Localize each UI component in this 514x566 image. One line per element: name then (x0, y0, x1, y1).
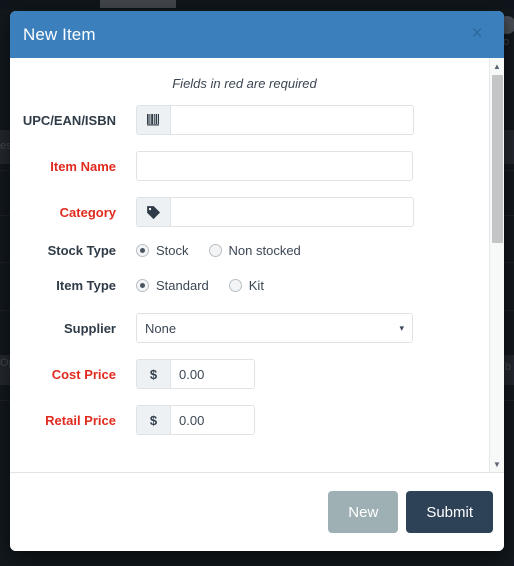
form-scrollbar[interactable]: ▲ ▼ (489, 58, 504, 472)
cost-price-input[interactable] (170, 359, 255, 389)
radio-stock[interactable]: Stock (136, 243, 189, 258)
label-stock-type: Stock Type (47, 243, 116, 258)
new-button[interactable]: New (328, 491, 399, 533)
radio-stock-dot[interactable] (136, 244, 149, 257)
control-retail-price: $ (136, 405, 489, 435)
radio-kit[interactable]: Kit (228, 278, 264, 293)
scroll-down-arrow-icon[interactable]: ▼ (490, 457, 504, 471)
tag-icon-svg (147, 205, 161, 219)
radio-non-stocked-dot[interactable] (208, 244, 222, 257)
radio-non-stocked-label: Non stocked (228, 243, 301, 258)
modal-header: New Item × (10, 11, 504, 58)
radio-kit-dot[interactable] (228, 279, 242, 292)
radio-non-stocked[interactable]: Non stocked (208, 243, 301, 258)
modal-footer: New Submit (10, 473, 504, 551)
form-row-stock-type: Stock Type Stock Non stocked (10, 243, 489, 258)
form-row-retail-price: Retail Price $ (10, 405, 489, 435)
supplier-select-value: None (145, 320, 177, 336)
radio-standard-label: Standard (156, 278, 209, 293)
barcode-icon (136, 105, 170, 135)
item-type-radio-group: Standard Kit (136, 278, 284, 293)
scroll-up-arrow-icon[interactable]: ▲ (490, 59, 504, 73)
currency-icon: $ (136, 359, 170, 389)
form-row-upc: UPC/EAN/ISBN (10, 105, 489, 135)
close-icon[interactable]: × (464, 20, 490, 46)
label-category: Category (59, 204, 116, 220)
chevron-down-icon: ▾ (399, 322, 404, 333)
tag-icon (136, 197, 170, 227)
form-row-cost-price: Cost Price $ (10, 359, 489, 389)
retail-price-input[interactable] (170, 405, 255, 435)
control-category (136, 197, 489, 227)
form-row-supplier: Supplier None ▾ (10, 313, 489, 343)
modal-body: Fields in red are required UPC/EAN/ISBN (10, 58, 504, 473)
label-item-name: Item Name (50, 158, 116, 174)
radio-kit-label: Kit (248, 278, 264, 293)
radio-standard-dot[interactable] (136, 279, 149, 292)
control-item-type: Standard Kit (136, 278, 489, 293)
category-input[interactable] (170, 197, 414, 227)
upc-input[interactable] (170, 105, 414, 135)
radio-stock-label: Stock (156, 243, 189, 258)
modal-title: New Item (23, 24, 96, 44)
label-cost-price: Cost Price (51, 366, 116, 382)
required-fields-note: Fields in red are required (172, 76, 317, 91)
supplier-select[interactable]: None ▾ (136, 313, 413, 343)
submit-button[interactable]: Submit (406, 491, 493, 533)
barcode-icon-svg (147, 114, 159, 126)
label-retail-price: Retail Price (45, 412, 116, 428)
control-upc (136, 105, 489, 135)
item-name-input[interactable] (136, 151, 413, 181)
form-scroll-area: Fields in red are required UPC/EAN/ISBN (10, 58, 489, 472)
radio-standard[interactable]: Standard (136, 278, 209, 293)
retail-price-input-group: $ (136, 405, 255, 435)
stock-type-radio-group: Stock Non stocked (136, 243, 321, 258)
label-item-type: Item Type (56, 278, 116, 293)
scrollbar-thumb[interactable] (492, 75, 503, 243)
label-upc: UPC/EAN/ISBN (22, 112, 116, 128)
upc-input-group (136, 105, 414, 135)
category-input-group (136, 197, 414, 227)
label-supplier: Supplier (63, 320, 116, 336)
control-item-name (136, 151, 489, 181)
new-item-modal: New Item × Fields in red are required UP… (10, 11, 504, 551)
control-stock-type: Stock Non stocked (136, 243, 489, 258)
currency-icon: $ (136, 405, 170, 435)
form-row-category: Category (10, 197, 489, 227)
control-supplier: None ▾ (136, 313, 489, 343)
control-cost-price: $ (136, 359, 489, 389)
cost-price-input-group: $ (136, 359, 255, 389)
form-row-item-name: Item Name (10, 151, 489, 181)
form-row-item-type: Item Type Standard Kit (10, 278, 489, 293)
